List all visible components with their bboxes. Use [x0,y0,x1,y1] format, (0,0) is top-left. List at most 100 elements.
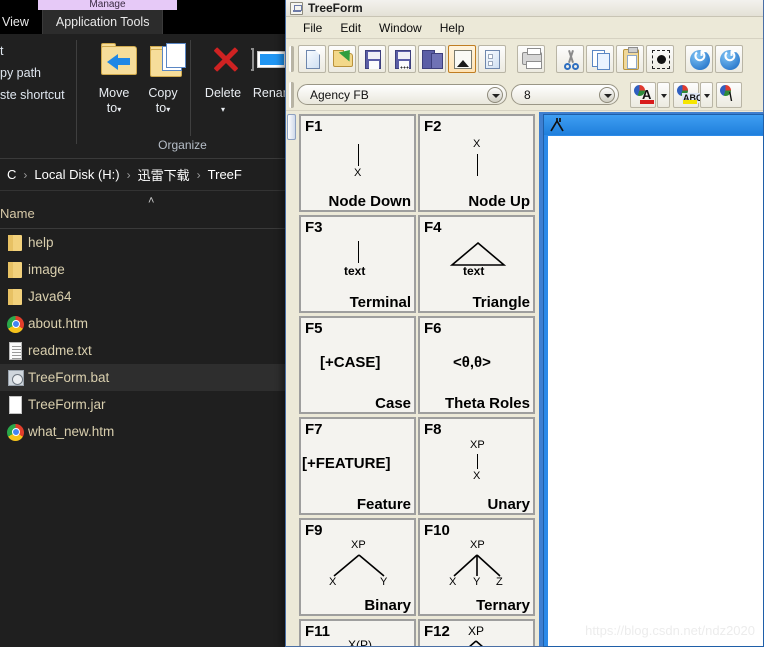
palette-item-f10[interactable]: F10 XP X Y Z Ternary [418,518,535,616]
file-name: Java64 [28,289,72,304]
chevron-down-icon[interactable] [599,86,615,103]
breadcrumb-item-0[interactable]: C [4,167,19,182]
select-all-icon[interactable] [646,45,674,73]
properties-doc-icon[interactable] [478,45,506,73]
clipboard-cut-item[interactable]: t [0,40,76,62]
palette-key: F9 [305,522,323,539]
menu-edit[interactable]: Edit [331,19,370,37]
draw-color-icon[interactable]: \ [716,81,742,108]
menu-help[interactable]: Help [431,19,474,37]
list-item[interactable]: TreeForm.jar [0,391,290,418]
font-size-select[interactable]: 8 [511,84,619,105]
file-list-column-header: ˄ Name [0,191,290,229]
highlight-color-icon[interactable]: ABC [673,81,704,108]
copy-to-caret[interactable]: ▾ [166,105,170,114]
tree-icon[interactable] [448,45,476,73]
redo-icon[interactable] [715,45,743,73]
palette-item-f7[interactable]: F7 [+FEATURE] Feature [299,417,416,515]
folder-icon [4,260,28,280]
format-toolbar-drag-handle[interactable] [289,81,294,108]
save-as-icon[interactable] [388,45,416,73]
palette-label: Triangle [472,294,530,311]
palette-item-f6[interactable]: F6 <θ,θ> Theta Roles [418,316,535,414]
breadcrumb-separator: › [23,167,28,182]
tree-doc-icon [549,118,564,132]
palette-item-f2[interactable]: F2 X Node Up [418,114,535,212]
font-color-icon[interactable]: A [630,81,656,108]
palette-scrollbar-thumb[interactable] [287,114,296,140]
list-item[interactable]: help [0,229,290,256]
list-item[interactable]: image [0,256,290,283]
treeform-title: TreeForm [308,1,363,15]
breadcrumb[interactable]: C › Local Disk (H:) › 迅雷下载 › TreeF [0,159,290,191]
delete-button[interactable]: Delete ▾ [197,40,249,117]
mdi-title-bar[interactable] [544,115,763,135]
highlight-color-dropdown[interactable] [700,81,713,108]
ternary-art: XP X Y Z [420,538,533,594]
f12-branches [469,640,483,646]
paste-icon[interactable] [616,45,644,73]
undo-icon[interactable] [685,45,713,73]
breadcrumb-item-3[interactable]: TreeF [205,167,245,182]
list-item[interactable]: TreeForm.bat [0,364,290,391]
tree-doc-glyph [550,118,564,132]
chevron-down-icon[interactable] [487,86,503,103]
clipboard-paste-shortcut-item[interactable]: ste shortcut [0,84,76,106]
palette-item-f1[interactable]: F1 X Node Down [299,114,416,212]
chrome-icon [4,314,28,334]
ribbon-tab-view[interactable]: View [0,10,43,34]
ribbon-tab-bar: Manage View Application Tools [0,0,290,34]
clipboard-copy-path-item[interactable]: py path [0,62,76,84]
binary-art: XP X Y [301,538,414,594]
breadcrumb-item-2[interactable]: 迅雷下载 [135,165,193,184]
list-item[interactable]: Java64 [0,283,290,310]
palette-item-f3[interactable]: F3 text Terminal [299,215,416,313]
palette-key: F11 [305,623,331,640]
palette-scrollbar[interactable] [286,112,297,646]
move-to-label-line1: Move [98,86,130,100]
open-folder-icon[interactable] [328,45,356,73]
font-family-select[interactable]: Agency FB [297,84,507,105]
palette-item-f11[interactable]: F11 X(P) [299,619,416,646]
menu-file[interactable]: File [294,19,331,37]
palette-item-f5[interactable]: F5 [+CASE] Case [299,316,416,414]
palette-item-f4[interactable]: F4 text Triangle [418,215,535,313]
palette-item-f12[interactable]: F12 XP [418,619,535,646]
triangle-text: text [463,264,485,278]
copy-icon[interactable] [586,45,614,73]
save-all-icon[interactable] [418,45,446,73]
breadcrumb-separator: › [126,167,131,182]
font-color-dropdown[interactable] [657,81,670,108]
cut-icon[interactable] [556,45,584,73]
ribbon-tab-application-tools[interactable]: Application Tools [42,10,164,34]
file-name: readme.txt [28,343,92,358]
copy-to-button[interactable]: Copy to▾ [137,40,189,117]
file-name: help [28,235,54,250]
delete-caret[interactable]: ▾ [221,105,225,114]
move-to-caret[interactable]: ▾ [117,105,121,114]
palette-item-f9[interactable]: F9 XP X Y Binary [299,518,416,616]
palette-item-f8[interactable]: F8 XP X Unary [418,417,535,515]
list-item[interactable]: what_new.htm [0,418,290,445]
list-item[interactable]: about.htm [0,310,290,337]
move-to-button[interactable]: Move to▾ [88,40,140,117]
terminal-text: text [344,264,366,278]
toolbar-drag-handle[interactable] [289,46,294,72]
sort-ascending-icon[interactable]: ˄ [148,195,154,207]
new-document-icon[interactable] [298,45,326,73]
print-icon[interactable] [517,45,545,73]
menu-window[interactable]: Window [370,19,431,37]
folder-icon [4,233,28,253]
file-name: what_new.htm [28,424,115,439]
contextual-tab-manage[interactable]: Manage [38,0,177,10]
mdi-canvas[interactable] [548,136,763,646]
delete-label: Delete [204,86,242,100]
save-icon[interactable] [358,45,386,73]
list-item[interactable]: readme.txt [0,337,290,364]
binary-branches [333,554,385,577]
treeform-title-bar[interactable]: TreeForm [286,0,763,17]
breadcrumb-item-1[interactable]: Local Disk (H:) [31,167,122,182]
group-divider [76,40,77,144]
treeform-canvas-area: https://blog.csdn.net/ndz2020 [539,112,764,647]
column-header-name[interactable]: Name [0,206,35,221]
